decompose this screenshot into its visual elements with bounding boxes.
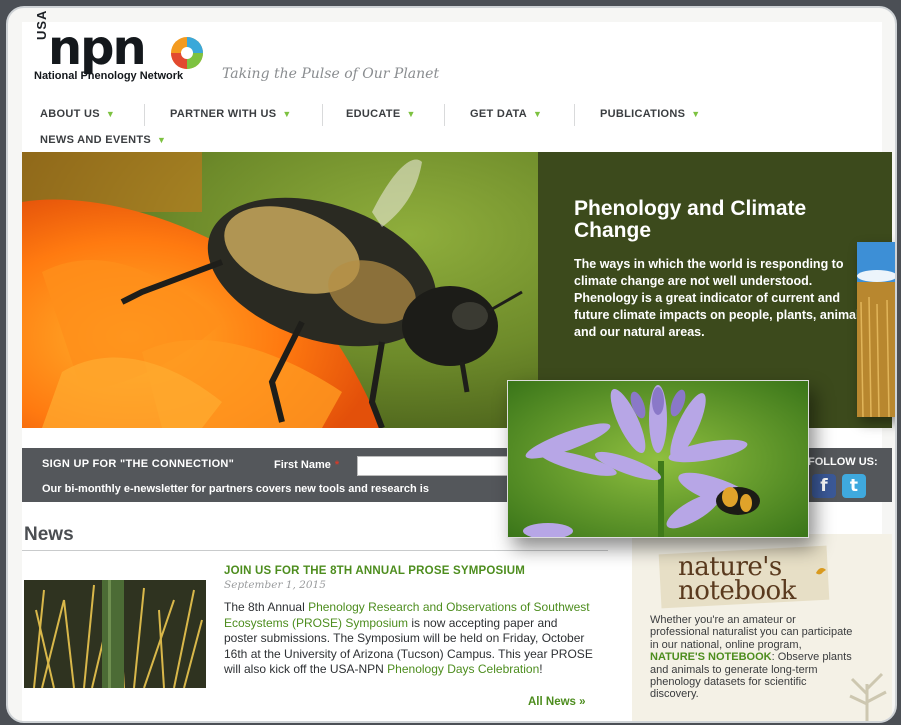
natures-notebook-promo[interactable]: nature's notebook Whether you're an amat… bbox=[632, 534, 892, 721]
nav-item-label: GET DATA bbox=[470, 108, 527, 120]
nav-item-publications[interactable]: PUBLICATIONS ▼ bbox=[600, 108, 701, 120]
news-item-title[interactable]: JOIN US FOR THE 8TH ANNUAL PROSE SYMPOSI… bbox=[224, 565, 525, 577]
nav-divider bbox=[144, 104, 145, 126]
news-text: The 8th Annual bbox=[224, 600, 309, 614]
nav-item-label: PUBLICATIONS bbox=[600, 108, 686, 120]
chevron-down-icon: ▼ bbox=[105, 109, 116, 119]
signup-title: SIGN UP FOR "THE CONNECTION" bbox=[42, 458, 235, 470]
hero-text: The ways in which the world is respondin… bbox=[574, 257, 867, 339]
nav-item-label: NEWS AND EVENTS bbox=[40, 134, 152, 146]
nn-text-part: Whether you're an amateur or professiona… bbox=[650, 614, 853, 651]
follow-us-label: FOLLOW US: bbox=[808, 456, 878, 468]
news-text: ! bbox=[539, 662, 543, 677]
nav-item-label: ABOUT US bbox=[40, 108, 100, 120]
chevron-down-icon: ▼ bbox=[533, 109, 543, 119]
logo-npn-text: npn bbox=[48, 20, 147, 76]
chevron-down-icon: ▼ bbox=[282, 109, 292, 119]
nav-item-label: EDUCATE bbox=[346, 108, 401, 120]
facebook-icon[interactable]: f bbox=[812, 474, 836, 498]
bird-icon bbox=[816, 568, 826, 575]
divider bbox=[22, 550, 608, 551]
news-heading: News bbox=[24, 524, 74, 545]
web-page: USA npn National Phenology Network Takin… bbox=[22, 10, 892, 721]
wheat-field-photo bbox=[857, 242, 895, 417]
news-thumbnail[interactable] bbox=[24, 580, 206, 688]
nav-item-about-us[interactable]: ABOUT US ▼ bbox=[40, 108, 115, 120]
required-mark: * bbox=[334, 459, 340, 471]
first-name-label: First Name * bbox=[274, 459, 339, 471]
bee-on-flower-photo bbox=[22, 152, 538, 428]
nav-divider bbox=[444, 104, 445, 126]
nav-item-label: PARTNER WITH US bbox=[170, 108, 277, 120]
phenology-days-link[interactable]: Phenology Days Celebration bbox=[387, 662, 539, 676]
nav-item-news-and-events[interactable]: NEWS AND EVENTS ▼ bbox=[40, 134, 166, 146]
all-news-link[interactable]: All News » bbox=[528, 696, 586, 708]
logo-usa-text: USA bbox=[34, 9, 49, 40]
nav-item-educate[interactable]: EDUCATE ▼ bbox=[346, 108, 416, 120]
globe-icon bbox=[171, 37, 203, 69]
natures-notebook-text: Whether you're an amateur or professiona… bbox=[650, 614, 854, 701]
news-item-body: The 8th Annual Phenology Research and Ob… bbox=[224, 600, 594, 678]
nav-divider bbox=[574, 104, 575, 126]
logo-subtitle: National Phenology Network bbox=[34, 70, 184, 82]
nav-item-get-data[interactable]: GET DATA ▼ bbox=[470, 108, 542, 120]
nav-divider bbox=[322, 104, 323, 126]
plant-silhouette-icon bbox=[849, 672, 887, 721]
hero-title[interactable]: Phenology and Climate Change bbox=[574, 198, 874, 242]
purple-flower-bee-photo bbox=[507, 380, 809, 538]
chevron-down-icon: ▼ bbox=[406, 109, 416, 119]
first-name-label-text: First Name bbox=[274, 459, 331, 471]
chevron-down-icon: ▼ bbox=[691, 109, 701, 119]
news-item-date: September 1, 2015 bbox=[224, 579, 326, 591]
natures-notebook-link[interactable]: NATURE'S NOTEBOOK bbox=[650, 651, 772, 663]
natures-notebook-logo-line2: notebook bbox=[678, 576, 796, 606]
nav-item-partner-with-us[interactable]: PARTNER WITH US ▼ bbox=[170, 108, 292, 120]
screen-frame: USA npn National Phenology Network Takin… bbox=[6, 6, 897, 723]
first-name-input[interactable] bbox=[357, 456, 529, 476]
signup-description: Our bi-monthly e-newsletter for partners… bbox=[42, 483, 429, 495]
twitter-icon[interactable]: t bbox=[842, 474, 866, 498]
chevron-down-icon: ▼ bbox=[157, 135, 167, 145]
tagline: Taking the Pulse of Our Planet bbox=[222, 66, 440, 82]
